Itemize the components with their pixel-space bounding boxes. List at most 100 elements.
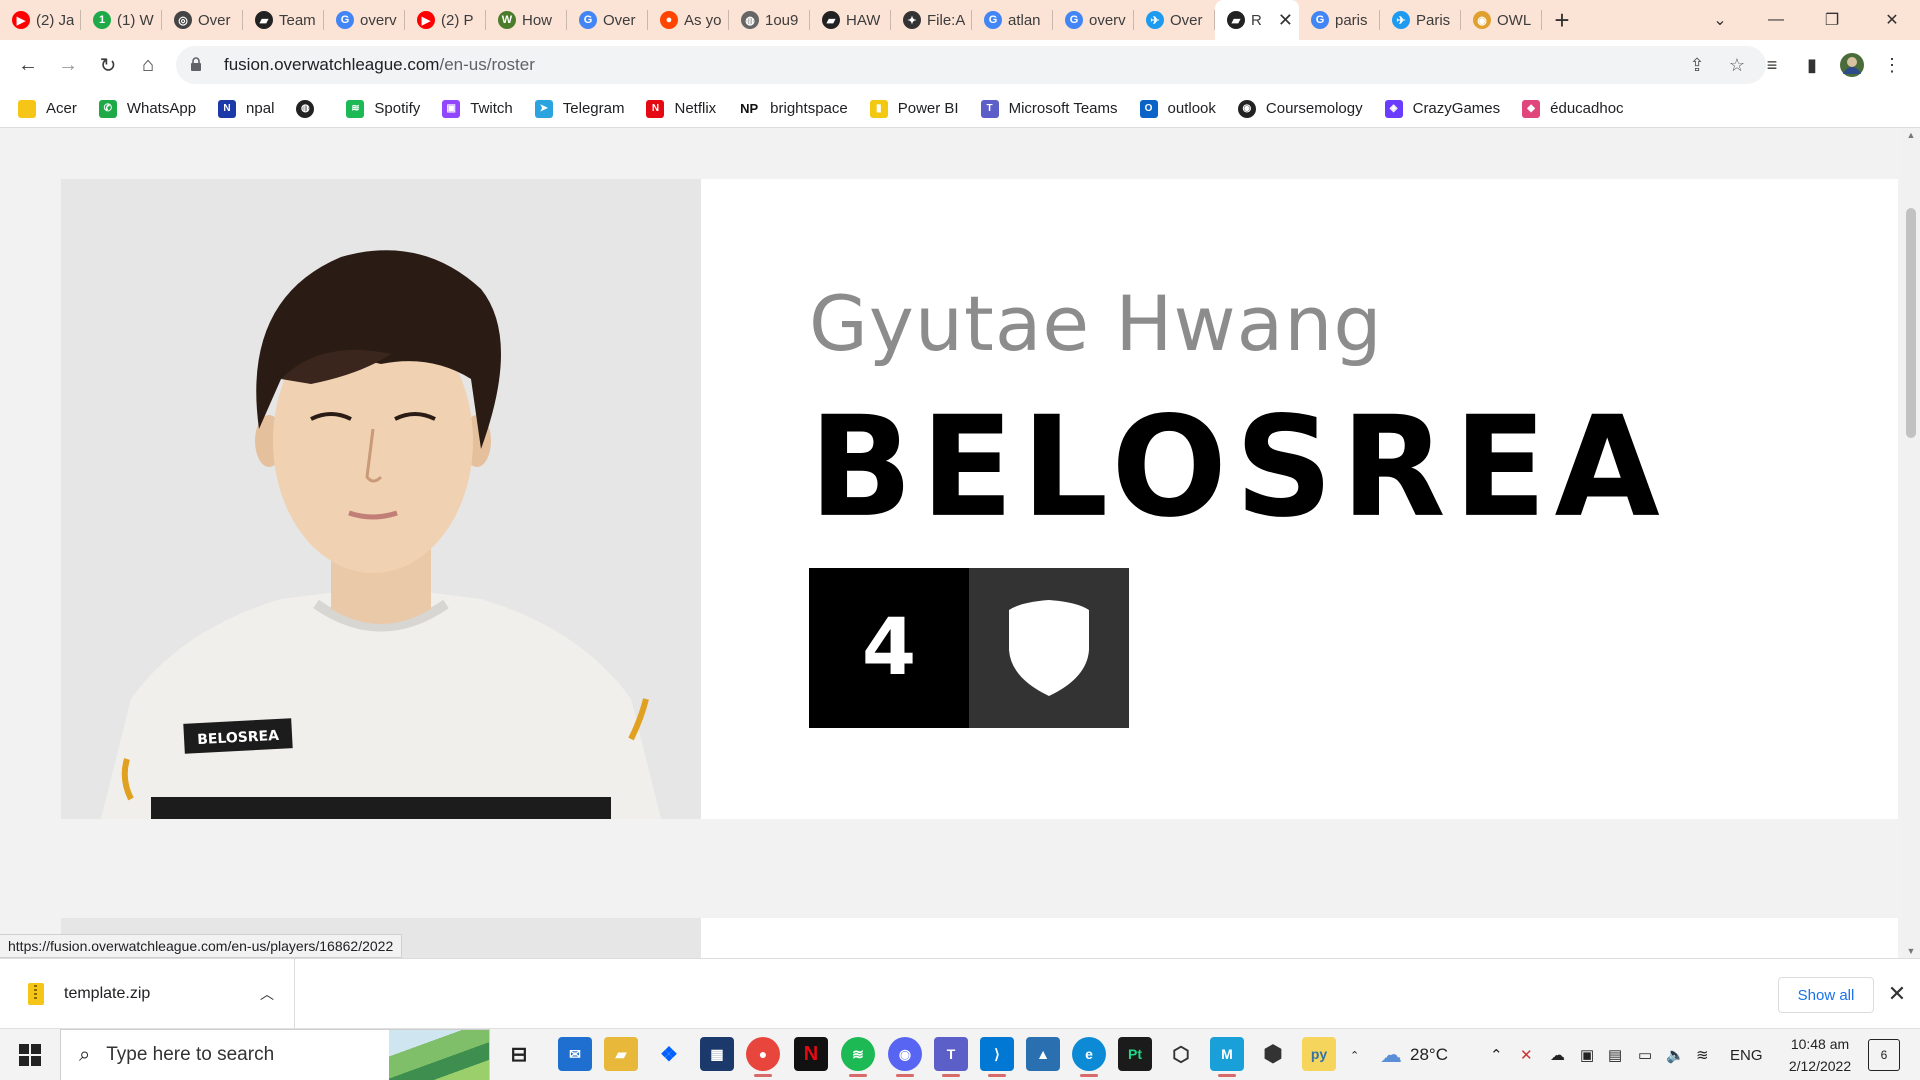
edge-icon[interactable]: e (1072, 1037, 1106, 1077)
task-view-icon[interactable]: ⊟ (502, 1037, 536, 1071)
scrollbar-thumb[interactable] (1906, 208, 1916, 438)
device-icon[interactable]: ▣ (1580, 1029, 1594, 1080)
share-icon[interactable]: ⇪ (1678, 46, 1716, 84)
dropbox-icon[interactable]: ❖ (652, 1037, 686, 1071)
bookmark-item[interactable]: T Microsoft Teams (980, 99, 1118, 118)
python-icon[interactable]: py (1302, 1037, 1336, 1071)
browser-tab[interactable]: ▶ (2) P (405, 0, 486, 40)
maya-icon[interactable]: M (1210, 1037, 1244, 1077)
address-bar[interactable]: fusion.overwatchleague.com/en-us/roster … (176, 46, 1766, 84)
meet-icon[interactable]: ▤ (1608, 1029, 1622, 1080)
browser-tab[interactable]: ◉ OWL (1461, 0, 1542, 40)
bookmark-item[interactable]: ◈ CrazyGames (1384, 99, 1500, 118)
browser-tab[interactable]: Gatlan (972, 0, 1053, 40)
windows-start-icon[interactable] (10, 1029, 50, 1080)
bookmark-item[interactable]: N Netflix (646, 99, 716, 118)
browser-tab[interactable]: W How (486, 0, 567, 40)
unity-icon[interactable]: ⬡ (1164, 1037, 1198, 1071)
wifi-icon[interactable]: ≋ (1696, 1029, 1709, 1080)
taskbar-search-input[interactable]: ⌕ Type here to search (60, 1029, 490, 1080)
reload-icon[interactable]: ↻ (92, 49, 124, 81)
weather-widget[interactable]: ☁ 28°C (1380, 1029, 1448, 1080)
show-all-button[interactable]: Show all (1778, 977, 1874, 1013)
volume-icon[interactable]: 🔈 (1666, 1029, 1685, 1080)
battery-icon[interactable]: ▭ (1638, 1029, 1652, 1080)
unity-hub-icon[interactable]: ⬢ (1256, 1037, 1290, 1071)
browser-tab[interactable]: ✈ Paris (1380, 0, 1461, 40)
teams-icon[interactable]: T (934, 1037, 968, 1077)
download-item[interactable]: template.zip ︿ (0, 959, 295, 1029)
page-scrollbar[interactable]: ▲ ▼ (1902, 128, 1920, 958)
scroll-down-arrow[interactable]: ▼ (1902, 946, 1920, 956)
bookmark-item[interactable]: ≋ Spotify (346, 99, 420, 118)
tab-title: (2) P (441, 11, 474, 29)
tab-title: R (1251, 11, 1262, 29)
home-icon[interactable]: ⌂ (132, 49, 164, 81)
browser-tab[interactable]: Goverv (324, 0, 405, 40)
network-error-icon[interactable]: ✕ (1520, 1029, 1533, 1080)
bookmark-item[interactable]: ◉ Coursemology (1237, 99, 1363, 118)
discord-icon[interactable]: ◉ (888, 1037, 922, 1077)
bookmark-item[interactable]: Nnpal (218, 99, 274, 118)
side-panel-icon[interactable]: ▮ (1796, 49, 1828, 81)
file-explorer-icon[interactable]: ▰ (604, 1037, 638, 1071)
scroll-up-arrow[interactable]: ▲ (1902, 130, 1920, 140)
back-icon[interactable]: ← (12, 49, 44, 81)
profile-avatar[interactable] (1836, 49, 1868, 81)
chrome-menu-icon[interactable]: ⋮ (1876, 49, 1908, 81)
notification-center-icon[interactable]: 6 (1868, 1039, 1900, 1071)
browser-tab[interactable]: 1 (1) W (81, 0, 162, 40)
minimize-icon[interactable]: — (1748, 0, 1804, 40)
owl-coin-icon: ◉ (1473, 11, 1491, 29)
bookmark-star-icon[interactable]: ☆ (1718, 46, 1756, 84)
address-url[interactable]: fusion.overwatchleague.com/en-us/roster (224, 55, 535, 75)
forward-icon[interactable]: → (52, 49, 84, 81)
browser-tab[interactable]: ✈ Over (1134, 0, 1215, 40)
owl-flag-icon: ▰ (1227, 11, 1245, 29)
browser-tab[interactable]: G Over (567, 0, 648, 40)
chrome-icon[interactable]: ● (746, 1037, 780, 1077)
bookmark-item[interactable]: Ooutlook (1139, 99, 1216, 118)
bookmark-item[interactable]: Acer (18, 99, 77, 118)
bookmark-item[interactable]: ▣ Twitch (442, 99, 513, 118)
media-control-icon[interactable]: ≡ (1756, 49, 1788, 81)
bookmark-item[interactable]: ✆ WhatsApp (98, 99, 196, 118)
bookmark-item[interactable]: NP brightspace (738, 100, 848, 118)
browser-tab[interactable]: ✦ File:A (891, 0, 972, 40)
player-card[interactable]: BELOSREA Gyutae Hwang BELOSREA 4 (61, 179, 1898, 819)
tab-search-icon[interactable]: ⌄ (1692, 0, 1748, 40)
browser-tab[interactable]: ◎ Over (162, 0, 243, 40)
tray-scroll-arrows[interactable]: ⌃ (1350, 1029, 1359, 1080)
language-indicator[interactable]: ENG (1730, 1029, 1763, 1080)
onedrive-icon[interactable]: ☁ (1550, 1029, 1565, 1080)
browser-tab[interactable]: ● As yo (648, 0, 729, 40)
bookmark-item[interactable]: ◆ éducadhoc (1522, 99, 1624, 118)
close-tab-icon[interactable]: ✕ (1278, 10, 1293, 31)
bookmark-item[interactable]: ➤ Telegram (534, 99, 624, 118)
close-downloads-icon[interactable]: ✕ (1882, 979, 1912, 1009)
new-tab-icon[interactable]: + (1542, 0, 1582, 40)
show-hidden-icons[interactable]: ⌃ (1490, 1029, 1503, 1080)
close-window-icon[interactable]: ✕ (1864, 0, 1920, 40)
store-app-icon[interactable]: ▦ (700, 1037, 734, 1071)
netflix-icon[interactable]: N (794, 1037, 828, 1071)
photos-icon[interactable]: ▲ (1026, 1037, 1060, 1071)
mail-icon[interactable]: ✉ (558, 1037, 592, 1071)
lock-icon[interactable] (190, 56, 210, 74)
browser-tab[interactable]: ▰ R ✕ (1215, 0, 1299, 40)
vscode-icon[interactable]: ⟩ (980, 1037, 1014, 1077)
browser-tab[interactable]: Gparis (1299, 0, 1380, 40)
globe-icon: ◍ (741, 11, 759, 29)
bookmark-item[interactable]: ▮ Power BI (869, 99, 959, 118)
system-clock[interactable]: 10:48 am 2/12/2022 (1770, 1033, 1870, 1077)
browser-tab[interactable]: Goverv (1053, 0, 1134, 40)
pycharm-icon[interactable]: Pt (1118, 1037, 1152, 1071)
browser-tab[interactable]: ▶ (2) Ja (0, 0, 81, 40)
bookmark-item[interactable]: ◍ (296, 99, 324, 118)
spotify-icon[interactable]: ≋ (841, 1037, 875, 1077)
browser-tab[interactable]: ▰ Team (243, 0, 324, 40)
browser-tab[interactable]: ◍ 1ou9 (729, 0, 810, 40)
restore-icon[interactable]: ❐ (1804, 0, 1860, 40)
chevron-up-icon[interactable]: ︿ (260, 984, 274, 1004)
browser-tab[interactable]: ▰ HAW (810, 0, 891, 40)
